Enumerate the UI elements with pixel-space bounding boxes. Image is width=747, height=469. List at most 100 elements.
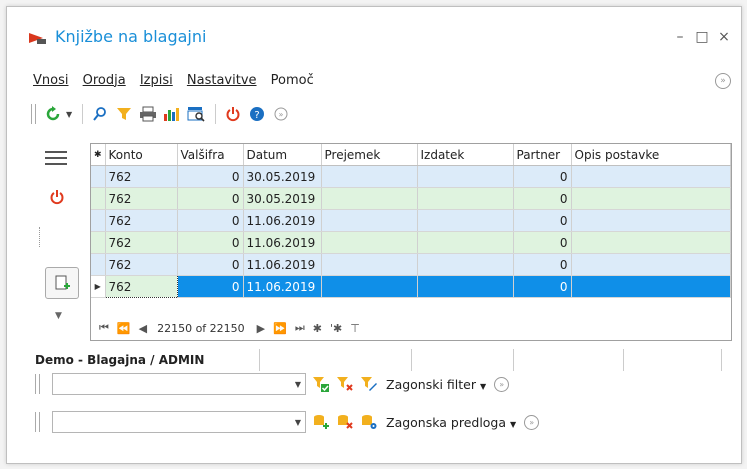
hamburger-menu-icon[interactable] <box>45 151 67 169</box>
filter-overflow-icon[interactable]: » <box>494 376 510 392</box>
cell-opis[interactable] <box>571 231 731 254</box>
menu-overflow-icon[interactable]: » <box>715 73 731 89</box>
chevron-down-icon[interactable]: ▼ <box>55 311 62 321</box>
help-icon[interactable]: ? <box>246 103 268 125</box>
cell-konto[interactable]: 762 <box>105 253 178 276</box>
cell-opis[interactable] <box>571 187 731 210</box>
refresh-icon[interactable] <box>42 103 64 125</box>
row-indicator[interactable] <box>91 253 106 276</box>
cell-konto[interactable]: 762 <box>105 209 178 232</box>
menu-pomoc[interactable]: Pomoč <box>271 73 314 88</box>
column-header-opis[interactable]: Opis postavke <box>571 144 731 166</box>
delete-template-icon[interactable] <box>336 413 354 431</box>
table-row[interactable]: 762 0 30.05.2019 0 <box>91 165 731 188</box>
table-row[interactable]: 762 0 11.06.2019 0 <box>91 209 731 232</box>
cell-opis[interactable] <box>571 209 731 232</box>
cell-prejemek[interactable] <box>321 187 418 210</box>
cell-prejemek[interactable] <box>321 231 418 254</box>
cell-konto[interactable]: 762 <box>105 187 178 210</box>
template-settings-icon[interactable] <box>360 413 378 431</box>
power-icon[interactable] <box>49 189 65 208</box>
filter-icon[interactable] <box>113 103 135 125</box>
cell-prejemek[interactable] <box>321 209 418 232</box>
cell-izdatek[interactable] <box>417 165 514 188</box>
cell-datum[interactable]: 11.06.2019 <box>243 209 322 232</box>
toolbar-grip[interactable] <box>35 412 40 432</box>
report-icon[interactable] <box>185 103 207 125</box>
current-row-arrow-icon[interactable]: ▶ <box>91 275 106 298</box>
maximize-button[interactable]: □ <box>693 29 711 45</box>
toolbar-grip[interactable] <box>31 104 36 124</box>
menu-vnosi[interactable]: Vnosi <box>33 73 68 88</box>
row-indicator[interactable] <box>91 209 106 232</box>
cell-partner[interactable]: 0 <box>513 275 572 298</box>
print-icon[interactable] <box>137 103 159 125</box>
column-header-izdatek[interactable]: Izdatek <box>417 144 514 166</box>
startup-filter-menu[interactable]: Zagonski filter ▼ <box>386 377 486 392</box>
cell-opis[interactable] <box>571 253 731 276</box>
menu-orodja[interactable]: Orodja <box>83 73 126 88</box>
template-overflow-icon[interactable]: » <box>524 414 540 430</box>
previous-page-icon[interactable]: ⏪ <box>117 322 131 335</box>
cell-izdatek[interactable] <box>417 209 514 232</box>
cell-opis[interactable] <box>571 165 731 188</box>
cell-datum[interactable]: 11.06.2019 <box>243 275 322 298</box>
row-indicator[interactable] <box>91 165 106 188</box>
minimize-button[interactable]: – <box>671 29 689 45</box>
cell-konto[interactable]: 762 <box>104 275 178 298</box>
startup-filter-combo[interactable]: ▼ <box>52 373 306 395</box>
menu-izpisi[interactable]: Izpisi <box>140 73 173 88</box>
cell-partner[interactable]: 0 <box>513 209 572 232</box>
cell-partner[interactable]: 0 <box>513 165 572 188</box>
cell-izdatek[interactable] <box>417 275 514 298</box>
chart-icon[interactable] <box>161 103 183 125</box>
cell-konto[interactable]: 762 <box>105 231 178 254</box>
cell-izdatek[interactable] <box>417 253 514 276</box>
cell-valsifra[interactable]: 0 <box>177 187 244 210</box>
column-header-prejemek[interactable]: Prejemek <box>321 144 418 166</box>
cell-valsifra[interactable]: 0 <box>177 253 244 276</box>
edit-filter-icon[interactable] <box>360 375 378 393</box>
cell-prejemek[interactable] <box>321 165 418 188</box>
previous-record-icon[interactable]: ◀ <box>139 322 147 335</box>
cell-partner[interactable]: 0 <box>513 253 572 276</box>
next-page-icon[interactable]: ⏩ <box>273 322 287 335</box>
cell-datum[interactable]: 30.05.2019 <box>243 187 322 210</box>
column-header-datum[interactable]: Datum <box>243 144 322 166</box>
cell-prejemek[interactable] <box>321 275 418 298</box>
column-header-valsifra[interactable]: Valšifra <box>177 144 244 166</box>
menu-nastavitve[interactable]: Nastavitve <box>187 73 257 88</box>
power-icon[interactable] <box>222 103 244 125</box>
cell-konto[interactable]: 762 <box>105 165 178 188</box>
row-indicator[interactable] <box>91 231 106 254</box>
chevron-down-icon[interactable]: ▼ <box>510 420 516 429</box>
cell-datum[interactable]: 11.06.2019 <box>243 253 322 276</box>
row-indicator[interactable] <box>91 187 106 210</box>
cell-izdatek[interactable] <box>417 187 514 210</box>
cancel-edit-icon[interactable]: '✱ <box>330 322 342 335</box>
next-record-icon[interactable]: ▶ <box>257 322 265 335</box>
refresh-dropdown-icon[interactable]: ▼ <box>66 110 72 119</box>
chevron-down-icon[interactable]: ▼ <box>480 382 486 391</box>
column-header-partner[interactable]: Partner <box>513 144 572 166</box>
chevron-down-icon[interactable]: ▼ <box>295 380 301 389</box>
table-row[interactable]: 762 0 11.06.2019 0 <box>91 231 731 254</box>
cell-opis[interactable] <box>571 275 731 298</box>
cell-partner[interactable]: 0 <box>513 231 572 254</box>
first-record-icon[interactable]: ⏮ <box>99 321 109 335</box>
column-header-konto[interactable]: Konto <box>105 144 178 166</box>
apply-filter-icon[interactable] <box>312 375 330 393</box>
toolbar-overflow-icon[interactable]: » <box>270 103 292 125</box>
cell-valsifra[interactable]: 0 <box>177 209 244 232</box>
cell-datum[interactable]: 11.06.2019 <box>243 231 322 254</box>
cell-prejemek[interactable] <box>321 253 418 276</box>
table-row-selected[interactable]: ▶ 762 0 11.06.2019 0 <box>91 275 731 298</box>
search-icon[interactable] <box>89 103 111 125</box>
clear-filter-icon[interactable] <box>336 375 354 393</box>
cell-valsifra[interactable]: 0 <box>177 275 244 298</box>
filter-icon[interactable]: ⊤ <box>350 322 360 335</box>
append-record-icon[interactable]: ✱ <box>313 322 322 335</box>
cell-valsifra[interactable]: 0 <box>177 165 244 188</box>
chevron-down-icon[interactable]: ▼ <box>295 418 301 427</box>
cell-partner[interactable]: 0 <box>513 187 572 210</box>
